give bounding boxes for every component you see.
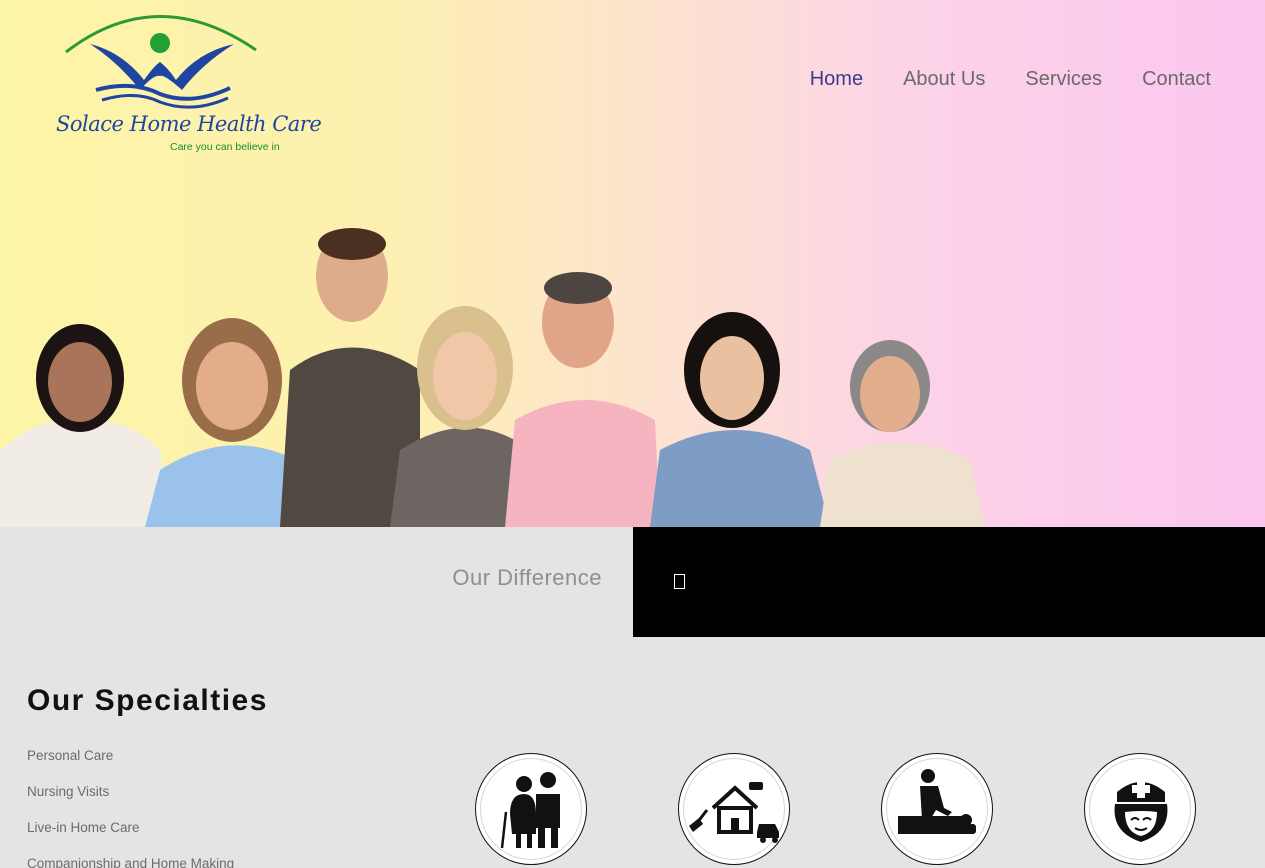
massage-therapy-icon[interactable] (881, 753, 993, 865)
nurse-icon[interactable] (1084, 753, 1196, 865)
specialty-item[interactable]: Nursing Visits (27, 782, 234, 818)
hero-banner: Solace Home Health Care Care you can bel… (0, 0, 1265, 527)
nav-contact[interactable]: Contact (1142, 66, 1211, 92)
specialty-item[interactable]: Companionship and Home Making (27, 854, 234, 868)
specialty-item[interactable]: Personal Care (27, 746, 234, 782)
nav-services[interactable]: Services (1025, 66, 1102, 92)
logo-emblem-icon (65, 15, 257, 109)
difference-title: Our Difference (452, 565, 602, 590)
home-services-icon[interactable] (678, 753, 790, 865)
caregivers-group-photo (0, 228, 985, 527)
nav-home[interactable]: Home (810, 66, 863, 92)
brand-logo[interactable]: Solace Home Health Care Care you can bel… (52, 2, 322, 158)
difference-section: Our Difference (0, 527, 633, 637)
nav-about-us[interactable]: About Us (903, 66, 985, 92)
brand-tagline: Care you can believe in (170, 141, 280, 153)
specialties-title: Our Specialties (27, 684, 268, 717)
brand-name: Solace Home Health Care (56, 112, 322, 136)
missing-glyph-icon (674, 574, 685, 589)
elderly-couple-icon[interactable] (475, 753, 587, 865)
specialty-item[interactable]: Live-in Home Care (27, 818, 234, 854)
specialties-list: Personal Care Nursing Visits Live-in Hom… (27, 746, 234, 868)
difference-panel (633, 527, 1265, 637)
main-nav: Home About Us Services Contact (770, 66, 1211, 92)
